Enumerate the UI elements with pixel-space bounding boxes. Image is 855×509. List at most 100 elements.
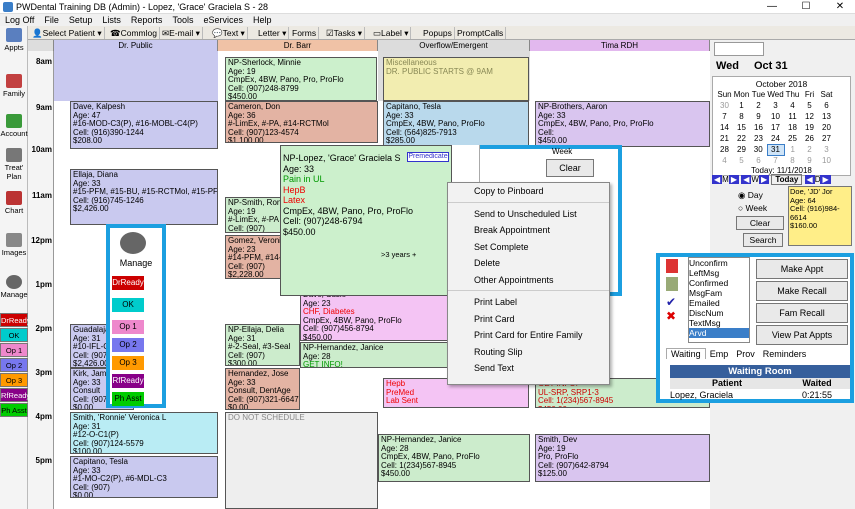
menu-item-print-card[interactable]: Print Card <box>448 311 609 328</box>
popups-button[interactable]: Popups <box>421 27 455 39</box>
day-back-button[interactable]: ◀ <box>804 175 815 184</box>
fam-recall-button[interactable]: Fam Recall <box>756 303 848 323</box>
column-overflow[interactable]: Overflow/Emergent <box>378 40 530 51</box>
menu-item-copy-to-pinboard[interactable]: Copy to Pinboard <box>448 183 609 200</box>
day[interactable]: 30 <box>750 144 767 155</box>
confirm-status-item-selected[interactable]: Arvd <box>689 328 749 338</box>
confirm-status-item[interactable]: Confirmed <box>689 278 749 288</box>
today-button[interactable]: Today <box>771 174 803 185</box>
day[interactable]: 16 <box>750 122 767 133</box>
confirm-status-item[interactable]: Unconfirm <box>689 258 749 268</box>
appointment-block[interactable]: NP-Sherlock, Minnie Age: 19 CmpEx, 4BW, Pa… <box>225 57 377 101</box>
day-radio[interactable]: ◉ Day <box>738 190 763 201</box>
menu-item-delete[interactable]: Delete <box>448 255 609 272</box>
forms-button[interactable]: Forms <box>290 27 320 39</box>
minimize-button[interactable]: — <box>758 1 786 13</box>
status-op2[interactable]: Op 2 <box>112 338 144 352</box>
week-back-button[interactable]: ◀ <box>741 175 752 184</box>
menu-item-routing-slip[interactable]: Routing Slip <box>448 344 609 361</box>
day[interactable]: 22 <box>733 133 750 144</box>
month-back-button[interactable]: ◀ <box>712 175 723 184</box>
day[interactable]: 6 <box>750 155 767 166</box>
menu-file[interactable]: File <box>39 14 64 26</box>
day[interactable]: 13 <box>818 111 835 122</box>
menu-tools[interactable]: Tools <box>167 14 198 26</box>
day[interactable]: 7 <box>716 111 733 122</box>
day[interactable]: 3 <box>767 100 784 111</box>
day[interactable]: 2 <box>750 100 767 111</box>
view-pat-appts-button[interactable]: View Pat Appts <box>756 325 848 345</box>
column-tima-rdh[interactable]: Tima RDH <box>530 40 710 51</box>
clear-button[interactable]: Clear <box>546 159 594 177</box>
appointment-block[interactable]: Hernandez, Jose Age: 33 Consult, DentAge Ce… <box>225 368 300 410</box>
day[interactable]: 1 <box>733 100 750 111</box>
day[interactable]: 9 <box>750 111 767 122</box>
menu-setup[interactable]: Setup <box>64 14 98 26</box>
status-rfready[interactable]: RfReady <box>0 388 30 402</box>
promptcalls-button[interactable]: PromptCalls <box>455 27 507 39</box>
selected-day[interactable]: 31 <box>766 143 785 156</box>
day[interactable]: 12 <box>801 111 818 122</box>
tab-emp[interactable]: Emp <box>706 349 733 359</box>
day[interactable]: 10 <box>818 155 835 166</box>
menu-item-send-to-unscheduled[interactable]: Send to Unscheduled List <box>448 206 609 223</box>
label-button[interactable]: ▭Label ▾ <box>371 27 412 39</box>
confirm-status-item[interactable]: Emailed <box>689 298 749 308</box>
menu-item-send-text[interactable]: Send Text <box>448 360 609 377</box>
day[interactable]: 28 <box>716 144 733 155</box>
appointment-block[interactable]: Capitano, Tesla Age: 33 #1-MO-C2(P), #6-MD… <box>70 456 218 498</box>
day[interactable]: 29 <box>733 144 750 155</box>
status-ph-asst[interactable]: Ph Asst <box>112 392 144 406</box>
day[interactable]: 24 <box>767 133 784 144</box>
day[interactable]: 21 <box>716 133 733 144</box>
day-forward-button[interactable]: ▶ <box>820 175 831 184</box>
day[interactable]: 4 <box>716 155 733 166</box>
day[interactable]: 18 <box>784 122 801 133</box>
day[interactable]: 6 <box>818 100 835 111</box>
appointment-block[interactable]: NP-Brothers, Aaron Age: 33 CmpEx, 4BW, Pan… <box>535 101 710 147</box>
tab-waiting[interactable]: Waiting <box>666 348 706 359</box>
confirm-status-item[interactable]: MsgFam <box>689 288 749 298</box>
status-ok[interactable]: OK <box>112 298 144 312</box>
module-chart[interactable]: Chart <box>0 191 28 215</box>
menu-log-off[interactable]: Log Off <box>0 14 39 26</box>
status-rfready[interactable]: RfReady <box>112 374 144 388</box>
day[interactable]: 27 <box>818 133 835 144</box>
day[interactable]: 5 <box>801 100 818 111</box>
waiting-patient[interactable]: Lopez, Graciela <box>670 390 784 400</box>
status-op1[interactable]: Op 1 <box>112 320 144 334</box>
column-dr-barr[interactable]: Dr. Barr <box>218 40 378 51</box>
day[interactable]: 9 <box>801 155 818 166</box>
status-op3[interactable]: Op 3 <box>112 356 144 370</box>
day[interactable]: 30 <box>716 100 733 111</box>
week-forward-button[interactable]: ▶ <box>758 175 770 184</box>
tasks-button[interactable]: ☑Tasks ▾ <box>324 27 365 39</box>
make-recall-button[interactable]: Make Recall <box>756 281 848 301</box>
day[interactable]: 26 <box>801 133 818 144</box>
menu-eservices[interactable]: eServices <box>198 14 248 26</box>
module-appts[interactable]: Appts <box>0 28 28 52</box>
status-drready[interactable]: DrReady <box>112 276 144 290</box>
day[interactable]: 2 <box>801 144 818 155</box>
status-op2[interactable]: Op 2 <box>0 358 28 372</box>
module-treat-plan[interactable]: Treat' Plan <box>0 148 28 181</box>
print-icon[interactable] <box>714 42 764 56</box>
day[interactable]: 8 <box>784 155 801 166</box>
confirmation-list[interactable]: Unconfirm LeftMsg Confirmed MsgFam Email… <box>688 257 750 343</box>
clear-button[interactable]: Clear <box>736 216 784 230</box>
confirm-status-item[interactable]: DiscNum <box>689 308 749 318</box>
day[interactable]: 15 <box>733 122 750 133</box>
appointment-block[interactable]: NP-Hernandez, Janice Age: 28 CmpEx, 4BW, P… <box>378 434 530 482</box>
day[interactable]: 25 <box>784 133 801 144</box>
menu-item-print-card-family[interactable]: Print Card for Entire Family <box>448 327 609 344</box>
menu-item-print-label[interactable]: Print Label <box>448 294 609 311</box>
appointment-block[interactable]: DO NOT SCHEDULE <box>225 412 378 509</box>
day[interactable]: 1 <box>784 144 801 155</box>
appointment-block[interactable]: NP-Ellaja, Delia Age: 31 #-2-Seal, #3-Seal… <box>225 324 300 366</box>
menu-reports[interactable]: Reports <box>126 14 168 26</box>
close-button[interactable]: ✕ <box>826 1 854 13</box>
appointment-block[interactable]: Smith, 'Ronnie' Veronica L Age: 31 #12-O-C… <box>70 412 218 454</box>
selected-appointment[interactable]: NP-Lopez, 'Grace' Graciela S Age: 33 Pain … <box>280 145 452 296</box>
module-family[interactable]: Family <box>0 74 28 98</box>
day[interactable]: 20 <box>818 122 835 133</box>
